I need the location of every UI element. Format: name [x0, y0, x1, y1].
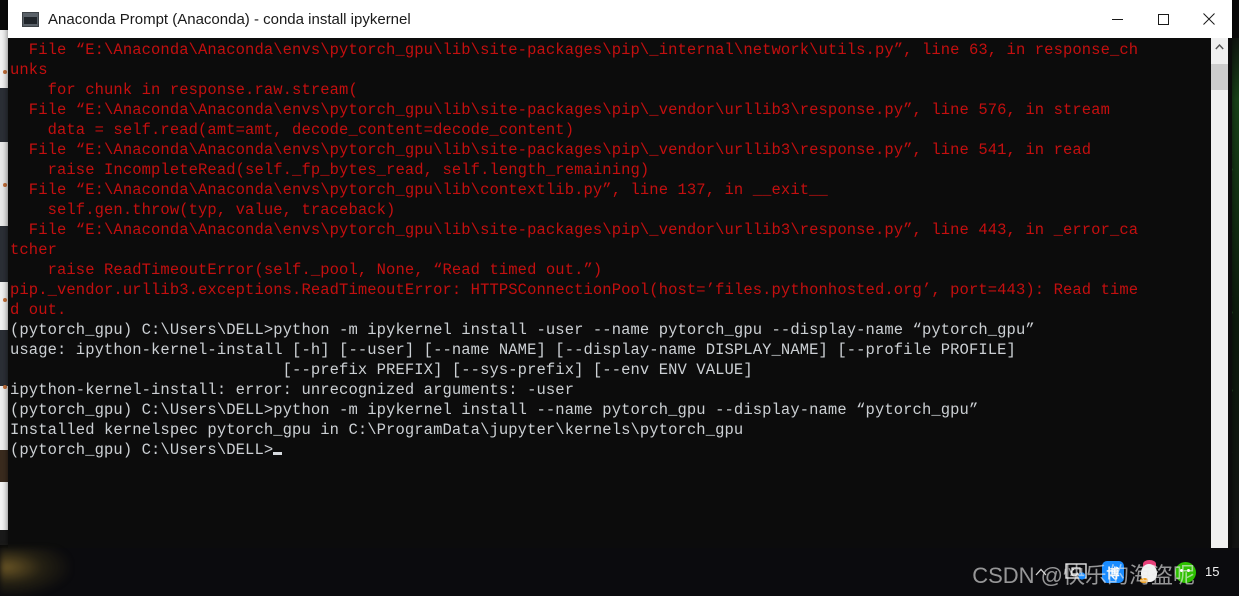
terminal-line: File “E:\Anaconda\Anaconda\envs\pytorch_… [10, 41, 1139, 59]
terminal-line: File “E:\Anaconda\Anaconda\envs\pytorch_… [10, 101, 1110, 119]
onedrive-glyph [1065, 563, 1087, 580]
background-marker-dot [3, 298, 7, 302]
terminal-line: File “E:\Anaconda\Anaconda\envs\pytorch_… [10, 221, 1139, 239]
terminal-line: unks [10, 61, 48, 79]
terminal-line: (pytorch_gpu) C:\Users\DELL>python -m ip… [10, 321, 1035, 339]
desktop-background: |~$>#%|~*>#$|~>#%|~$>#%|~*>#$|~># Anacon… [0, 0, 1239, 596]
anaconda-prompt-window[interactable]: Anaconda Prompt (Anaconda) - conda insta… [8, 0, 1232, 548]
mi-app-icon[interactable]: 博 [1101, 560, 1125, 584]
terminal-line: raise ReadTimeoutError(self._pool, None,… [10, 261, 603, 279]
terminal-line: raise IncompleteRead(self._fp_bytes_read… [10, 161, 650, 179]
terminal-line: (pytorch_gpu) C:\Users\DELL>python -m ip… [10, 401, 979, 419]
close-icon [1203, 13, 1215, 25]
terminal-line: data = self.read(amt=amt, decode_content… [10, 121, 575, 139]
window-titlebar[interactable]: Anaconda Prompt (Anaconda) - conda insta… [8, 0, 1232, 38]
terminal-line: self.gen.throw(typ, value, traceback) [10, 201, 396, 219]
terminal-line: (pytorch_gpu) C:\Users\DELL> [10, 440, 1205, 460]
window-controls[interactable] [1094, 0, 1232, 38]
show-hidden-icons-chevron-icon[interactable] [1029, 560, 1053, 584]
terminal-line: usage: ipython-kernel-install [-h] [--us… [10, 341, 1016, 359]
scroll-up-arrow-icon[interactable] [1211, 38, 1228, 56]
taskbar-glow [0, 548, 70, 596]
terminal-line: File “E:\Anaconda\Anaconda\envs\pytorch_… [10, 181, 828, 199]
terminal-text: File “E:\Anaconda\Anaconda\envs\pytorch_… [8, 40, 1205, 460]
terminal-line: File “E:\Anaconda\Anaconda\envs\pytorch_… [10, 141, 1092, 159]
chevron-up-icon [1215, 44, 1224, 50]
window-title: Anaconda Prompt (Anaconda) - conda insta… [48, 10, 411, 28]
scrollbar-thumb[interactable] [1211, 64, 1228, 90]
maximize-button[interactable] [1140, 0, 1186, 38]
minimize-button[interactable] [1094, 0, 1140, 38]
terminal-line: for chunk in response.raw.stream( [10, 81, 358, 99]
terminal-line: Installed kernelspec pytorch_gpu in C:\P… [10, 421, 744, 439]
background-marker-dot [3, 385, 7, 389]
background-marker-dot [3, 183, 7, 187]
wechat-icon[interactable] [1173, 560, 1197, 584]
minimize-icon [1111, 18, 1123, 20]
mi-app-glyph: 博 [1102, 561, 1124, 583]
onedrive-icon[interactable] [1065, 560, 1089, 584]
terminal-scrollbar[interactable] [1211, 38, 1228, 548]
system-tray[interactable]: 博 [1029, 560, 1197, 584]
windows-taskbar[interactable]: 博 15 [0, 548, 1239, 596]
terminal-line: pip._vendor.urllib3.exceptions.ReadTimeo… [10, 281, 1139, 299]
taskbar-clock[interactable]: 15 [1205, 564, 1239, 580]
console-icon [22, 11, 39, 27]
maximize-icon [1157, 13, 1169, 25]
qq-icon[interactable] [1137, 560, 1161, 584]
qq-glyph [1138, 560, 1160, 584]
wechat-glyph [1174, 561, 1196, 583]
terminal-line: [--prefix PREFIX] [--sys-prefix] [--env … [10, 361, 753, 379]
terminal-line: d out. [10, 301, 67, 319]
chevron-up-icon [1035, 568, 1047, 576]
close-button[interactable] [1186, 0, 1232, 38]
terminal-output-area[interactable]: File “E:\Anaconda\Anaconda\envs\pytorch_… [8, 38, 1232, 548]
terminal-cursor [273, 452, 283, 455]
terminal-line: tcher [10, 241, 58, 259]
terminal-line: ipython-kernel-install: error: unrecogni… [10, 381, 575, 399]
background-marker-dot [3, 70, 7, 74]
